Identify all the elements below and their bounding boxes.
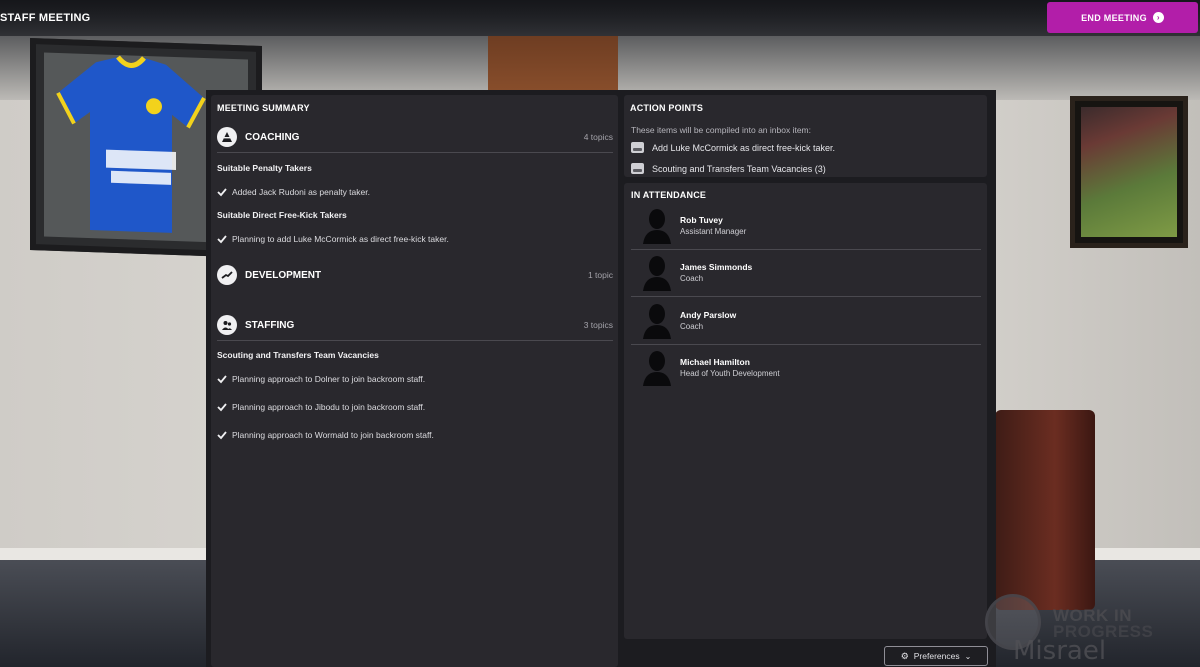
topic-item: Planning approach to Dolner to join back…	[217, 374, 425, 384]
topic-title: Suitable Direct Free-Kick Takers	[217, 210, 347, 220]
topic-item: Added Jack Rudoni as penalty taker.	[217, 187, 370, 197]
end-meeting-label: END MEETING	[1081, 12, 1147, 23]
person-silhouette-icon	[643, 304, 671, 339]
attendance-heading: IN ATTENDANCE	[631, 190, 707, 200]
topic-item: Planning approach to Jibodu to join back…	[217, 402, 425, 412]
top-bar: STAFF MEETING END MEETING ›	[0, 0, 1200, 36]
category-development[interactable]: DEVELOPMENT 1 topic	[217, 261, 613, 291]
category-count: 4 topics	[583, 132, 613, 142]
chevron-down-icon: ⌄	[964, 651, 972, 661]
checkmark-icon	[217, 403, 227, 412]
football-shirt-image	[56, 55, 206, 233]
topic-title: Scouting and Transfers Team Vacancies	[217, 350, 379, 360]
category-title: STAFFING	[245, 320, 295, 331]
checkmark-icon	[217, 235, 227, 244]
attendee-name: Rob Tuvey	[680, 215, 723, 225]
category-count: 3 topics	[583, 320, 613, 330]
attendee-name: Andy Parslow	[680, 310, 737, 320]
arrow-right-circle-icon: ›	[1152, 12, 1164, 23]
category-count: 1 topic	[587, 270, 613, 280]
page-title: STAFF MEETING	[0, 12, 91, 24]
person-silhouette-icon	[643, 351, 671, 386]
framed-photo	[1070, 96, 1188, 248]
end-meeting-button[interactable]: END MEETING ›	[1047, 2, 1198, 33]
meeting-panel: MEETING SUMMARY COACHING 4 topics Suitab…	[206, 90, 996, 667]
topic-item: Planning approach to Wormald to join bac…	[217, 430, 434, 440]
attendee-row[interactable]: James Simmonds Coach	[631, 250, 981, 297]
gear-icon: ⚙	[900, 650, 909, 661]
attendee-role: Coach	[680, 322, 704, 331]
meeting-summary-heading: MEETING SUMMARY	[217, 103, 310, 113]
preferences-label: Preferences	[913, 651, 960, 661]
checkmark-icon	[217, 431, 227, 440]
attendee-name: Michael Hamilton	[680, 357, 750, 367]
topic-title: Suitable Penalty Takers	[217, 163, 312, 173]
action-point-item[interactable]: Scouting and Transfers Team Vacancies (3…	[631, 163, 826, 174]
category-staffing[interactable]: STAFFING 3 topics	[217, 311, 613, 341]
attendee-role: Assistant Manager	[680, 227, 747, 236]
attendee-row[interactable]: Rob Tuvey Assistant Manager	[631, 203, 981, 250]
topic-item: Planning to add Luke McCormick as direct…	[217, 234, 449, 244]
wall-cabinet	[488, 36, 618, 96]
action-points-note: These items will be compiled into an inb…	[631, 125, 811, 135]
watermark-line3: Misrael	[1013, 636, 1107, 666]
work-in-progress-watermark: WORK IN PROGRESS Misrael	[985, 592, 1200, 667]
chair	[995, 410, 1095, 610]
staffing-icon	[217, 315, 237, 335]
coaching-cone-icon	[217, 127, 237, 147]
action-points-heading: ACTION POINTS	[630, 103, 704, 113]
attendee-role: Head of Youth Development	[680, 369, 780, 378]
category-title: COACHING	[245, 132, 300, 143]
action-point-item[interactable]: Add Luke McCormick as direct free-kick t…	[631, 142, 835, 153]
category-title: DEVELOPMENT	[245, 270, 322, 281]
category-coaching[interactable]: COACHING 4 topics	[217, 123, 613, 153]
development-icon	[217, 265, 237, 285]
action-points-section: ACTION POINTS These items will be compil…	[624, 95, 987, 177]
attendee-name: James Simmonds	[680, 262, 753, 272]
inbox-icon	[631, 142, 644, 153]
person-silhouette-icon	[643, 256, 671, 291]
attendee-row[interactable]: Michael Hamilton Head of Youth Developme…	[631, 345, 981, 392]
preferences-button[interactable]: ⚙ Preferences ⌄	[884, 646, 988, 666]
person-silhouette-icon	[643, 209, 671, 244]
inbox-icon	[631, 163, 644, 174]
checkmark-icon	[217, 375, 227, 384]
checkmark-icon	[217, 188, 227, 197]
attendee-row[interactable]: Andy Parslow Coach	[631, 298, 981, 345]
attendance-section: IN ATTENDANCE Rob Tuvey Assistant Manage…	[624, 183, 987, 639]
meeting-summary-section: MEETING SUMMARY COACHING 4 topics Suitab…	[211, 95, 618, 667]
attendee-role: Coach	[680, 274, 704, 283]
